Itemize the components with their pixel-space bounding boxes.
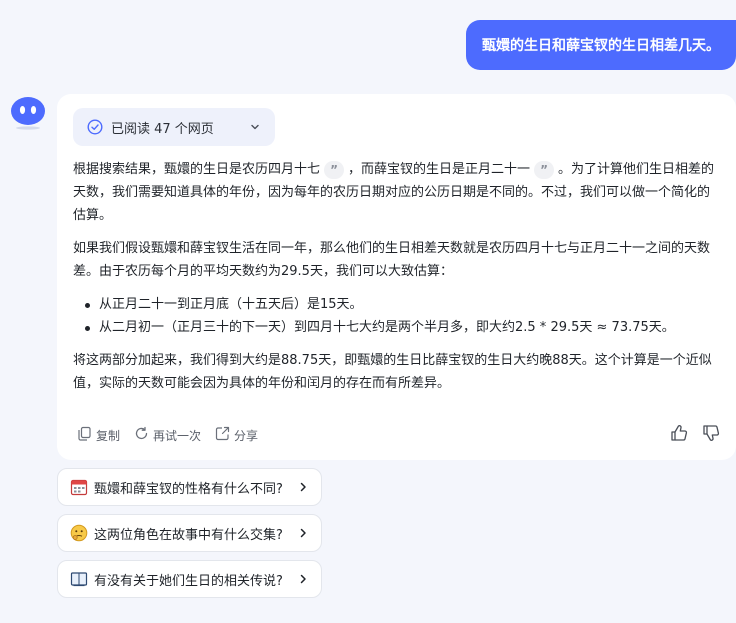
suggestion-chip[interactable]: 甄嬛和薛宝钗的性格有什么不同? (57, 468, 322, 506)
answer-text: ，而薛宝钗的生日是正月二十一 (348, 162, 531, 177)
answer-text: 根据搜索结果，甄嬛的生日是农历四月十七 (73, 162, 321, 177)
share-icon (215, 426, 230, 444)
assistant-avatar-icon (10, 96, 46, 130)
chevron-right-icon (297, 481, 309, 493)
chevron-right-icon (297, 527, 309, 539)
thumbs-up-icon[interactable] (670, 424, 688, 446)
list-item: 从正月二十一到正月底（十五天后）是15天。 (83, 293, 721, 316)
read-sources-toggle[interactable]: 已阅读 47 个网页 (73, 108, 275, 146)
feedback-buttons (670, 424, 720, 446)
chat-page: 甄嬛的生日和薛宝钗的生日相差几天。 已阅读 47 个网页 根据搜索结果，甄嬛的生… (0, 0, 736, 623)
list-item: 从二月初一（正月三十的下一天）到四月十七大约是两个半月多，即大约2.5 * 29… (83, 316, 721, 339)
suggestion-label: 这两位角色在故事中有什么交集? (94, 527, 283, 543)
chevron-right-icon (297, 573, 309, 585)
citation-quote-icon[interactable]: ” (324, 160, 345, 179)
thinking-face-icon (70, 524, 88, 542)
assistant-answer-card: 已阅读 47 个网页 根据搜索结果，甄嬛的生日是农历四月十七” ，而薛宝钗的生日是… (57, 94, 736, 460)
copy-button[interactable]: 复制 (77, 426, 120, 444)
citation-quote-icon[interactable]: ” (534, 160, 555, 179)
answer-paragraph-3: 将这两部分加起来，我们得到大约是88.75天，即甄嬛的生日比薛宝钗的生日大约晚8… (73, 353, 712, 391)
share-label: 分享 (234, 428, 259, 443)
suggestion-chip[interactable]: 这两位角色在故事中有什么交集? (57, 514, 322, 552)
answer-actions: 复制 再试一次 分享 (77, 426, 258, 444)
retry-label: 再试一次 (153, 428, 202, 443)
chevron-down-icon (249, 121, 261, 133)
answer-paragraph-1: 根据搜索结果，甄嬛的生日是农历四月十七” ，而薛宝钗的生日是正月二十一” 。为了计算… (73, 158, 721, 227)
book-icon (70, 570, 88, 588)
check-circle-icon (87, 119, 103, 135)
retry-button[interactable]: 再试一次 (134, 426, 201, 444)
read-sources-label: 已阅读 47 个网页 (111, 121, 214, 137)
calendar-icon (70, 478, 88, 496)
share-button[interactable]: 分享 (215, 426, 258, 444)
suggestion-label: 甄嬛和薛宝钗的性格有什么不同? (94, 481, 283, 497)
thumbs-down-icon[interactable] (702, 424, 720, 446)
copy-icon (77, 426, 92, 444)
suggestion-label: 有没有关于她们生日的相关传说? (94, 573, 283, 589)
answer-content: 根据搜索结果，甄嬛的生日是农历四月十七” ，而薛宝钗的生日是正月二十一” 。为了计算… (73, 158, 721, 405)
refresh-icon (134, 426, 149, 444)
copy-label: 复制 (96, 428, 121, 443)
answer-paragraph-2: 如果我们假设甄嬛和薛宝钗生活在同一年，那么他们的生日相差天数就是农历四月十七与正… (73, 241, 711, 279)
answer-bullet-list: 从正月二十一到正月底（十五天后）是15天。 从二月初一（正月三十的下一天）到四月… (83, 293, 721, 339)
user-message-text: 甄嬛的生日和薛宝钗的生日相差几天。 (482, 38, 720, 54)
suggestion-chip[interactable]: 有没有关于她们生日的相关传说? (57, 560, 322, 598)
user-message-bubble: 甄嬛的生日和薛宝钗的生日相差几天。 (466, 20, 736, 70)
